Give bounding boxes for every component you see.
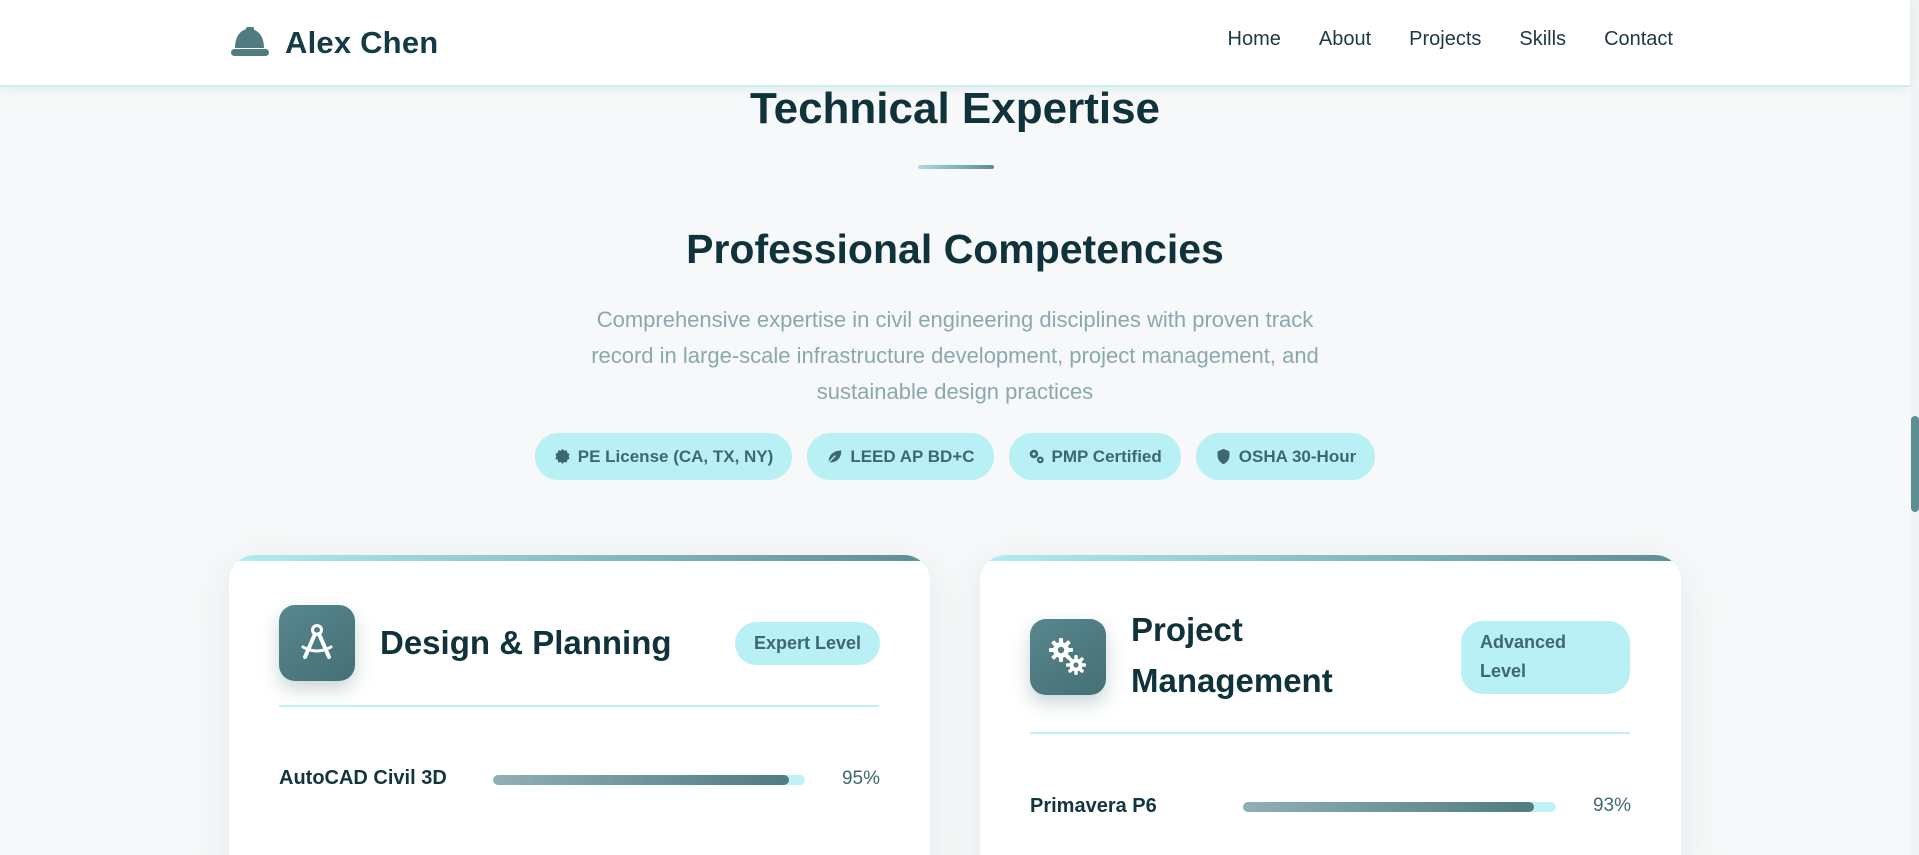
nav-link-contact[interactable]: Contact (1604, 28, 1673, 51)
card-title: Design & Planning (380, 624, 672, 661)
badge-label: LEED AP BD+C (850, 446, 975, 466)
nav-link-home[interactable]: Home (1228, 28, 1281, 51)
skill-name: Primavera P6 (1030, 795, 1157, 817)
drafting-compass-icon (301, 624, 333, 659)
card-icon-badge (279, 605, 355, 681)
nav-link-about[interactable]: About (1319, 28, 1371, 51)
certificate-icon (555, 448, 570, 464)
leaf-icon (827, 450, 842, 464)
card-title-line: Project (1131, 611, 1243, 648)
skill-percent: 95% (841, 768, 880, 789)
certification-badges: PE License (CA, TX, NY) LEED AP BD+C PMP… (0, 433, 1910, 480)
skill-card-project-management: Project Management Advanced Level Primav… (980, 555, 1681, 855)
skill-row: AutoCAD Civil 3D (279, 767, 447, 790)
badge-pmp: PMP Certified (1008, 433, 1181, 480)
scrollbar-thumb[interactable] (1911, 416, 1919, 512)
badge-label: PMP Certified (1051, 446, 1162, 466)
skill-progress-fill (493, 775, 790, 785)
skill-progress-bar (493, 775, 805, 785)
badge-osha: OSHA 30-Hour (1195, 433, 1376, 480)
section-description: Comprehensive expertise in civil enginee… (591, 307, 1319, 404)
skill-name: AutoCAD Civil 3D (279, 767, 447, 789)
skill-percent: 93% (1592, 795, 1631, 816)
skill-card-design-planning: Design & Planning Expert Level AutoCAD C… (229, 555, 930, 855)
main-nav: Home About Projects Skills Contact (1228, 28, 1673, 51)
card-title-line: Management (1131, 662, 1333, 699)
page-scrollbar[interactable] (1910, 0, 1919, 855)
card-title: Project Management (1131, 604, 1333, 706)
navbar: Alex Chen Home About Projects Skills Con… (0, 0, 1910, 87)
brand-link[interactable]: Alex Chen (229, 24, 438, 62)
card-divider (279, 705, 879, 707)
card-icon-badge (1030, 619, 1106, 695)
skill-progress-fill (1243, 802, 1535, 812)
section-title: Technical Expertise (749, 84, 1161, 133)
brand-name: Alex Chen (285, 25, 439, 60)
hard-hat-icon (231, 27, 269, 56)
shield-icon (1217, 448, 1230, 465)
skill-row: Primavera P6 (1030, 795, 1157, 818)
section-subtitle: Professional Competencies (686, 226, 1224, 272)
nav-link-projects[interactable]: Projects (1409, 28, 1481, 51)
level-badge-line: Advanced (1480, 632, 1567, 652)
cogs-icon (1029, 449, 1044, 464)
card-divider (1030, 732, 1630, 734)
badge-label: OSHA 30-Hour (1238, 446, 1357, 466)
title-underline (918, 165, 994, 169)
cogs-icon (1049, 638, 1086, 675)
skill-progress-bar (1243, 802, 1556, 812)
badge-pe-license: PE License (CA, TX, NY) (534, 433, 793, 480)
level-badge: Expert Level (735, 622, 881, 665)
nav-link-skills[interactable]: Skills (1519, 28, 1566, 51)
page: Alex Chen Home About Projects Skills Con… (0, 0, 1919, 855)
level-badge: Advanced Level (1461, 621, 1630, 694)
badge-label: PE License (CA, TX, NY) (577, 446, 774, 466)
level-badge-line: Level (1480, 661, 1527, 681)
badge-leed: LEED AP BD+C (807, 433, 994, 480)
